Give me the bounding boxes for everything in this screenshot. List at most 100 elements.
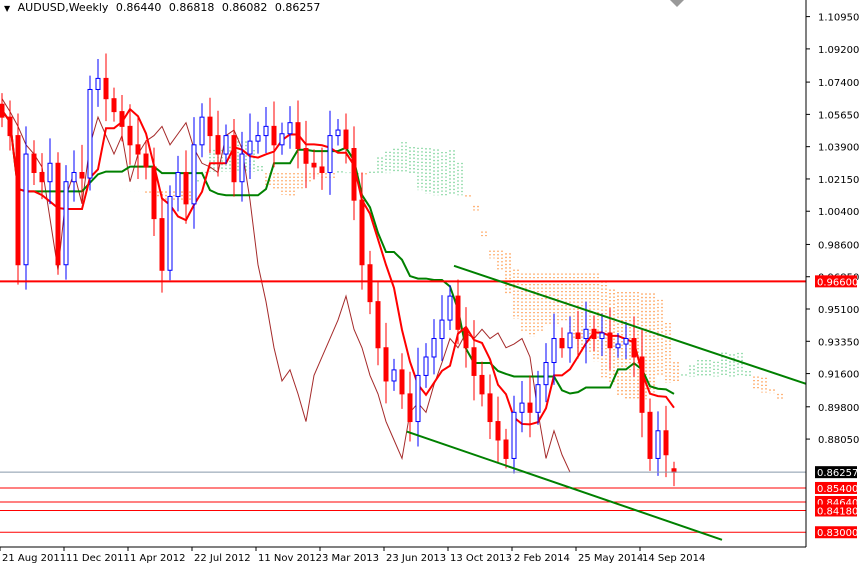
candle[interactable] xyxy=(271,101,277,168)
candle[interactable] xyxy=(575,310,581,359)
candle[interactable] xyxy=(327,110,333,195)
candle[interactable] xyxy=(335,118,341,146)
candle[interactable] xyxy=(103,53,109,122)
candle[interactable] xyxy=(479,361,485,407)
candle[interactable] xyxy=(71,150,77,202)
candle[interactable] xyxy=(543,343,549,403)
candle[interactable] xyxy=(375,282,381,366)
candle[interactable] xyxy=(143,140,149,180)
lower-channel-trendline[interactable] xyxy=(406,430,723,541)
candle[interactable] xyxy=(287,106,293,149)
candle[interactable] xyxy=(407,371,413,442)
candle[interactable] xyxy=(87,75,93,191)
candle-body xyxy=(495,421,501,441)
high-value: 0.86818 xyxy=(168,1,215,14)
candle[interactable] xyxy=(351,126,357,221)
candle[interactable] xyxy=(495,396,501,463)
candle-body xyxy=(647,411,653,459)
candle[interactable] xyxy=(535,370,541,425)
candle[interactable] xyxy=(279,122,285,155)
candle[interactable] xyxy=(391,358,397,391)
candle[interactable] xyxy=(671,461,677,487)
candle[interactable] xyxy=(551,313,557,385)
candle-body xyxy=(71,171,77,183)
candle[interactable] xyxy=(167,185,173,281)
candle-body xyxy=(567,332,573,349)
candle-body xyxy=(439,319,445,340)
candle-body xyxy=(575,332,581,340)
candle[interactable] xyxy=(423,343,429,388)
candle[interactable] xyxy=(95,59,101,107)
candle[interactable] xyxy=(487,374,493,439)
candle[interactable] xyxy=(31,140,37,185)
candle[interactable] xyxy=(655,411,661,476)
candle-body xyxy=(415,374,421,423)
chart-window[interactable]: ▼ AUDUSD,Weekly 0.86440 0.86818 0.86082 … xyxy=(0,0,859,565)
candle-body xyxy=(183,171,189,205)
candle[interactable] xyxy=(647,398,653,471)
candle[interactable] xyxy=(455,279,461,345)
candle-body xyxy=(271,125,277,146)
candle[interactable] xyxy=(559,327,565,358)
candle[interactable] xyxy=(503,428,509,469)
time-tick-label: 14 Sep 2014 xyxy=(642,553,705,564)
candle[interactable] xyxy=(599,313,605,356)
candle[interactable] xyxy=(247,113,253,179)
candle[interactable] xyxy=(383,322,389,404)
candle[interactable] xyxy=(15,113,21,285)
current-price-tag: 0.86257 xyxy=(817,468,858,479)
candle[interactable] xyxy=(623,321,629,360)
candle[interactable] xyxy=(591,315,597,351)
candle-body xyxy=(479,374,485,395)
candle-body xyxy=(87,88,93,179)
candle-body xyxy=(407,393,413,423)
candle-body xyxy=(295,122,301,150)
candle[interactable] xyxy=(183,150,189,224)
candle[interactable] xyxy=(527,375,533,438)
candle[interactable] xyxy=(127,104,133,165)
candle[interactable] xyxy=(47,138,53,205)
candle[interactable] xyxy=(463,307,469,368)
candle[interactable] xyxy=(63,165,69,280)
candle-body xyxy=(63,181,69,266)
collapse-arrow-icon[interactable]: ▼ xyxy=(4,4,10,13)
candle-body xyxy=(527,402,533,413)
candle[interactable] xyxy=(199,103,205,158)
candle[interactable] xyxy=(471,320,477,401)
candle[interactable] xyxy=(311,149,317,180)
candle[interactable] xyxy=(439,295,445,361)
candle[interactable] xyxy=(191,117,197,229)
candle[interactable] xyxy=(663,405,669,478)
candle[interactable] xyxy=(0,93,5,128)
candle[interactable] xyxy=(511,395,517,474)
candle[interactable] xyxy=(223,124,229,165)
price-tick-label: 0.98600 xyxy=(818,240,859,251)
candle[interactable] xyxy=(319,147,325,190)
candle[interactable] xyxy=(175,155,181,212)
candle[interactable] xyxy=(119,95,125,142)
price-chart[interactable]: 1.10950 1.09200 1.07400 1.05650 1.03900 1.021… xyxy=(0,0,859,565)
candle[interactable] xyxy=(567,316,573,363)
candle-body xyxy=(55,162,61,266)
shift-marker-icon[interactable] xyxy=(670,0,684,7)
candle[interactable] xyxy=(207,97,213,154)
candle[interactable] xyxy=(303,120,309,189)
candle[interactable] xyxy=(111,87,117,122)
candle-body xyxy=(119,111,125,127)
candle[interactable] xyxy=(431,319,437,375)
candle[interactable] xyxy=(295,100,301,169)
candle[interactable] xyxy=(239,131,245,202)
candle[interactable] xyxy=(255,121,261,154)
candle-body xyxy=(103,77,109,100)
price-tick-label: 0.88050 xyxy=(818,435,859,446)
candle[interactable] xyxy=(55,152,61,275)
candle[interactable] xyxy=(367,250,373,315)
candle[interactable] xyxy=(23,126,29,290)
candle[interactable] xyxy=(263,107,269,154)
candle[interactable] xyxy=(399,353,405,409)
candle[interactable] xyxy=(639,329,645,438)
candle[interactable] xyxy=(159,193,165,293)
candle[interactable] xyxy=(7,100,13,151)
candle[interactable] xyxy=(415,347,421,447)
candle[interactable] xyxy=(135,117,141,179)
